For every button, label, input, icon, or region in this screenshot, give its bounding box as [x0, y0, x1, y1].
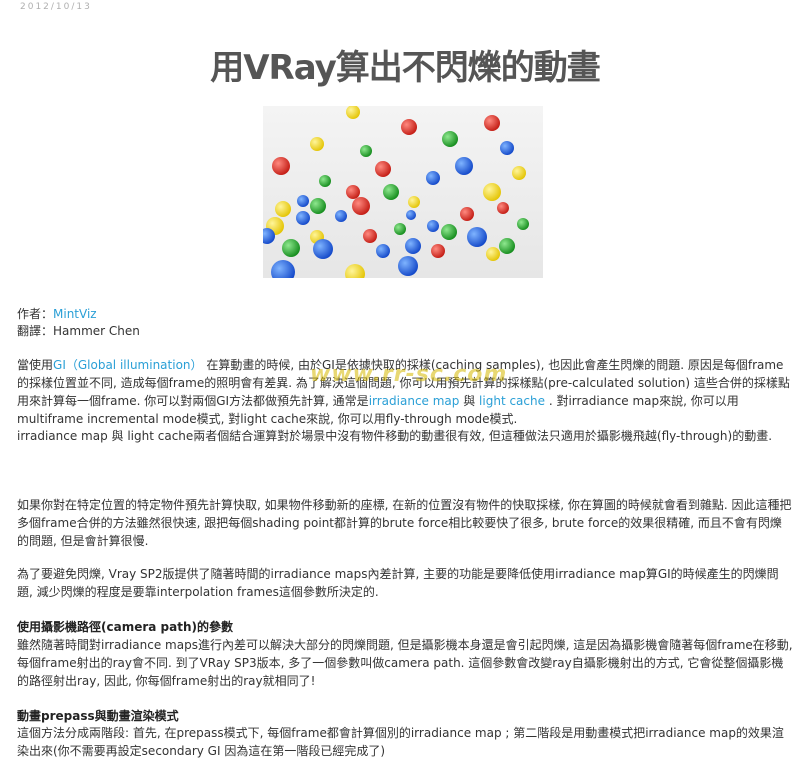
author-link[interactable]: MintViz	[53, 307, 97, 321]
gi-link[interactable]: GI（Global illumination）	[53, 358, 203, 372]
light-cache-link[interactable]: light cache	[479, 394, 545, 408]
intro-and-text: 與	[459, 394, 480, 408]
post-title: 用VRay算出不閃爍的動畫	[210, 48, 601, 88]
paragraph-sp2: 為了要避免閃爍, Vray SP2版提供了隨著時間的irradiance map…	[17, 567, 779, 599]
paragraph-prepass: 這個方法分成兩階段: 首先, 在prepass模式下, 每個frame都會計算個…	[17, 726, 784, 758]
author-line: 作者：MintViz	[17, 305, 97, 322]
paragraph-camera-path: 雖然隨著時間對irradiance maps進行內差可以解決大部分的閃爍問題, …	[17, 638, 793, 688]
irradiance-map-link[interactable]: irradiance map	[369, 394, 460, 408]
translator-label: 翻譯：	[17, 324, 54, 338]
translator-name: Hammer Chen	[53, 324, 140, 338]
hero-image-colored-spheres	[263, 106, 543, 278]
section-heading-prepass: 動畫prepass與動畫渲染模式	[17, 709, 179, 723]
paragraph-intro: 當使用GI（Global illumination） 在算動畫的時候, 由於GI…	[17, 356, 793, 428]
post-date: 2012/10/13	[20, 2, 92, 12]
translator-line: 翻譯：Hammer Chen	[17, 322, 140, 339]
section-heading-camera-path: 使用攝影機路徑(camera path)的參數	[17, 620, 233, 634]
paragraph-irradiance-light-cache: irradiance map 與 light cache兩者個結合運算對於場景中…	[17, 429, 773, 443]
author-label: 作者：	[17, 307, 54, 321]
intro-text-start: 當使用	[17, 358, 54, 372]
paragraph-cache-objects: 如果你對在特定位置的特定物件預先計算快取, 如果物件移動新的座標, 在新的位置沒…	[17, 498, 792, 548]
